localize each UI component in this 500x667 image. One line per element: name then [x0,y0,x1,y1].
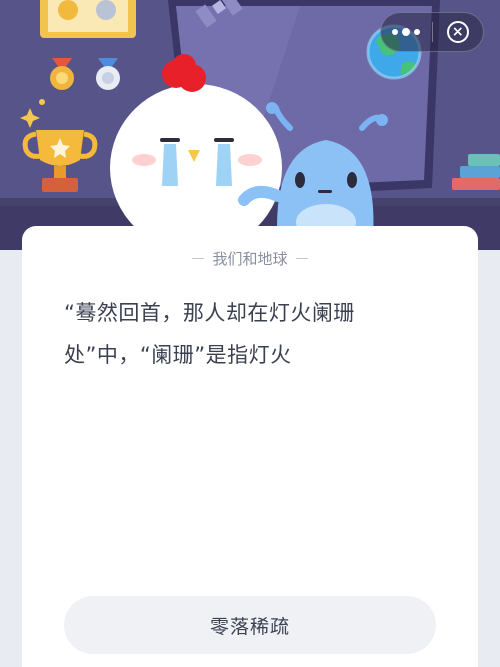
miniprogram-capsule: × [380,12,484,52]
close-circle-icon: × [446,21,469,43]
close-button[interactable]: × [432,12,483,52]
header-illustration: × [0,0,500,250]
medal-frame [40,0,136,38]
topic-dash-left [192,258,205,259]
more-dots-icon[interactable] [381,12,432,52]
topic-dash-right [295,258,308,259]
question-text: “蓦然回首，那人却在灯火阑珊处”中，“阑珊”是指灯火 [64,301,355,367]
answer-option-button[interactable]: 零落稀疏 [64,596,436,654]
quiz-card: 我们和地球 “蓦然回首，那人却在灯火阑珊处”中，“阑珊”是指灯火 零落稀疏 [22,226,478,667]
topic-heading: 我们和地球 [22,248,478,269]
answer-option-label: 零落稀疏 [209,615,290,638]
topic-label: 我们和地球 [212,250,288,268]
